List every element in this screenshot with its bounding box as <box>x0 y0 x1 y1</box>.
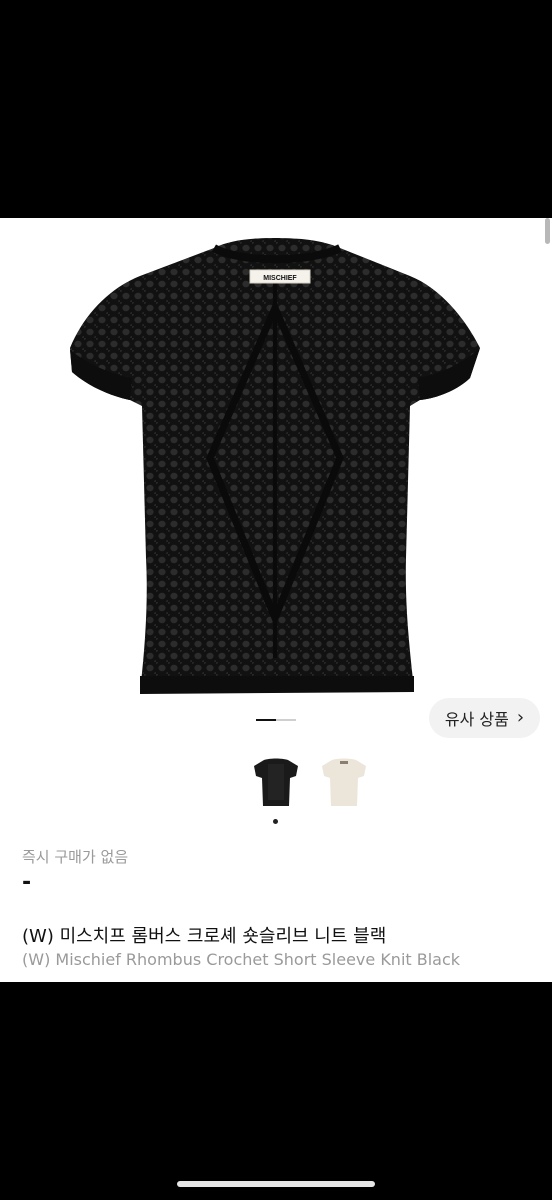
thumbnail-black[interactable] <box>248 754 304 810</box>
pager-active-segment <box>256 719 276 721</box>
product-detail-page: MISCHIEF 유사 상품 › 즉시 구매가 없음 - (W) 미스치프 롬버… <box>0 218 552 982</box>
top-black-area <box>0 0 552 218</box>
similar-products-label: 유사 상품 <box>444 710 509 729</box>
image-pager <box>256 719 296 721</box>
brand-tag-text: MISCHIEF <box>263 275 297 282</box>
home-indicator[interactable] <box>177 1181 375 1187</box>
product-title-korean: (W) 미스치프 롬버스 크로셰 숏슬리브 니트 블랙 <box>22 926 387 947</box>
pager-inactive-segment <box>276 719 296 721</box>
product-title-english: (W) Mischief Rhombus Crochet Short Sleev… <box>22 950 461 969</box>
thumbnail-cream[interactable] <box>316 754 372 810</box>
similar-products-button[interactable]: 유사 상품 › <box>429 698 540 738</box>
chevron-right-icon: › <box>516 707 525 728</box>
selected-thumbnail-indicator <box>273 819 278 824</box>
price: - <box>22 870 32 895</box>
instant-purchase-status: 즉시 구매가 없음 <box>22 848 129 866</box>
product-main-image[interactable]: MISCHIEF <box>0 218 552 708</box>
